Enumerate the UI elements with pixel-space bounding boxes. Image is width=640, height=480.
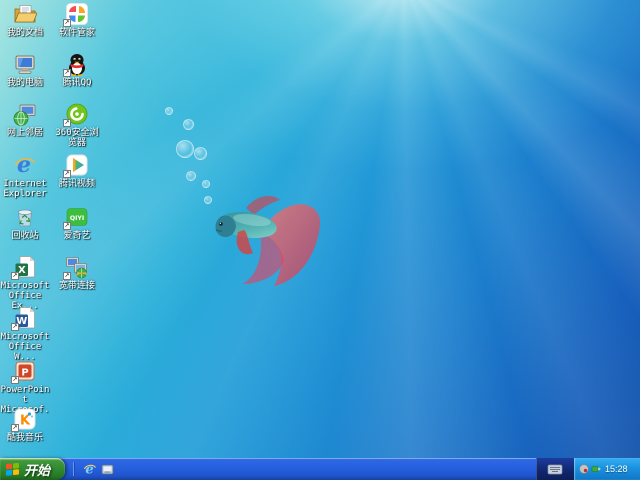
my-computer-icon bbox=[13, 52, 37, 76]
icon-label: 360安全浏览器 bbox=[55, 128, 99, 148]
desktop-icon-recycle-bin[interactable]: 回收站 bbox=[0, 205, 50, 241]
icon-label: 我的电脑 bbox=[6, 78, 43, 88]
shortcut-arrow-icon: ↗ bbox=[11, 424, 19, 432]
desktop-icon-internet-explorer[interactable]: e Internet Explorer bbox=[0, 153, 50, 199]
desktop-icon-broadband[interactable]: ↗ 宽带连接 bbox=[50, 255, 104, 291]
bubble bbox=[194, 147, 207, 160]
desktop-icon-tencent-video[interactable]: ↗ 腾讯视频 bbox=[50, 153, 104, 189]
desktop-icon-iqiyi[interactable]: QIYI ↗ 爱奇艺 bbox=[50, 205, 104, 241]
desktop-icon-kuwo-music[interactable]: K ↗ 酷我音乐 bbox=[0, 407, 50, 443]
icon-label: Microsoft Office W... bbox=[0, 332, 50, 362]
svg-text:e: e bbox=[85, 463, 93, 477]
svg-text:X: X bbox=[18, 265, 26, 276]
icon-label: 腾讯视频 bbox=[58, 179, 95, 189]
icon-label: 腾讯QQ bbox=[62, 78, 92, 88]
bubble bbox=[165, 107, 173, 115]
excel-icon: X ↗ bbox=[11, 255, 37, 280]
shortcut-arrow-icon: ↗ bbox=[63, 69, 71, 77]
svg-text:e: e bbox=[17, 153, 31, 177]
icon-label: 网上邻居 bbox=[6, 128, 43, 138]
qq-penguin-icon: ↗ bbox=[63, 52, 89, 77]
betta-fish-wallpaper-image bbox=[215, 196, 321, 286]
taskbar: 开始 e 15:28 bbox=[0, 458, 640, 480]
desktop-icon-tencent-qq[interactable]: ↗ 腾讯QQ bbox=[50, 52, 104, 88]
desktop-icon-my-computer[interactable]: 我的电脑 bbox=[0, 52, 50, 88]
bubble bbox=[186, 171, 196, 181]
icon-label: 软件管家 bbox=[58, 28, 95, 38]
desktop-icon-software-manager[interactable]: ↗ 软件管家 bbox=[50, 2, 104, 38]
software-manager-icon: ↗ bbox=[63, 2, 89, 27]
360-browser-icon: ↗ bbox=[63, 102, 89, 127]
desktop-icon-my-documents[interactable]: 我的文档 bbox=[0, 2, 50, 38]
svg-text:K: K bbox=[20, 414, 31, 429]
bubble bbox=[176, 140, 194, 158]
svg-text:P: P bbox=[21, 368, 28, 379]
recycle-bin-icon bbox=[13, 205, 37, 229]
tencent-video-icon: ↗ bbox=[63, 153, 89, 178]
taskbar-empty-area bbox=[121, 458, 536, 480]
tray-audio-icon[interactable] bbox=[579, 464, 589, 474]
ie-quicklaunch-icon[interactable]: e bbox=[82, 462, 97, 477]
shortcut-arrow-icon: ↗ bbox=[63, 170, 71, 178]
broadband-connection-icon: ↗ bbox=[63, 255, 89, 280]
desktop-icon-360-browser[interactable]: ↗ 360安全浏览器 bbox=[50, 102, 104, 148]
system-tray: 15:28 bbox=[574, 458, 640, 480]
shortcut-arrow-icon: ↗ bbox=[63, 272, 71, 280]
icon-label: Internet Explorer bbox=[3, 179, 47, 199]
word-icon: W ↗ bbox=[11, 306, 37, 331]
icon-label: 爱奇艺 bbox=[63, 231, 91, 241]
desktop-icon-network-places[interactable]: 网上邻居 bbox=[0, 102, 50, 138]
internet-explorer-icon: e bbox=[13, 153, 37, 177]
icon-label: 我的文档 bbox=[6, 28, 43, 38]
svg-text:QIYI: QIYI bbox=[70, 215, 84, 222]
shortcut-arrow-icon: ↗ bbox=[63, 222, 71, 230]
bubble bbox=[183, 119, 194, 130]
quick-launch-bar: e bbox=[65, 458, 121, 480]
desktop-icon-word[interactable]: W ↗ Microsoft Office W... bbox=[0, 306, 50, 362]
windows-flag-icon bbox=[6, 462, 19, 476]
start-button[interactable]: 开始 bbox=[0, 458, 66, 480]
network-places-icon bbox=[13, 102, 37, 126]
powerpoint-icon: P ↗ bbox=[11, 359, 37, 384]
shortcut-arrow-icon: ↗ bbox=[11, 376, 19, 384]
taskbar-clock[interactable]: 15:28 bbox=[605, 464, 628, 474]
icon-label: 宽带连接 bbox=[58, 281, 95, 291]
keyboard-icon bbox=[547, 464, 563, 474]
language-bar[interactable] bbox=[536, 458, 574, 480]
icon-label: 回收站 bbox=[11, 231, 39, 241]
start-button-label: 开始 bbox=[24, 462, 51, 478]
shortcut-arrow-icon: ↗ bbox=[11, 272, 19, 280]
tray-network-icon[interactable] bbox=[591, 464, 601, 474]
desktop: 我的文档 我的电脑 网上邻居 e Internet Explorer 回收站 X… bbox=[0, 0, 640, 480]
my-documents-icon bbox=[13, 2, 37, 26]
icon-label: 酷我音乐 bbox=[6, 433, 43, 443]
shortcut-arrow-icon: ↗ bbox=[11, 323, 19, 331]
shortcut-arrow-icon: ↗ bbox=[63, 119, 71, 127]
iqiyi-icon: QIYI ↗ bbox=[63, 205, 89, 230]
quick-launch-handle[interactable] bbox=[73, 462, 77, 476]
desktop-icon-excel[interactable]: X ↗ Microsoft Office Ex... bbox=[0, 255, 50, 311]
kuwo-music-icon: K ↗ bbox=[11, 407, 37, 432]
show-desktop-icon[interactable] bbox=[100, 462, 115, 477]
shortcut-arrow-icon: ↗ bbox=[63, 19, 71, 27]
